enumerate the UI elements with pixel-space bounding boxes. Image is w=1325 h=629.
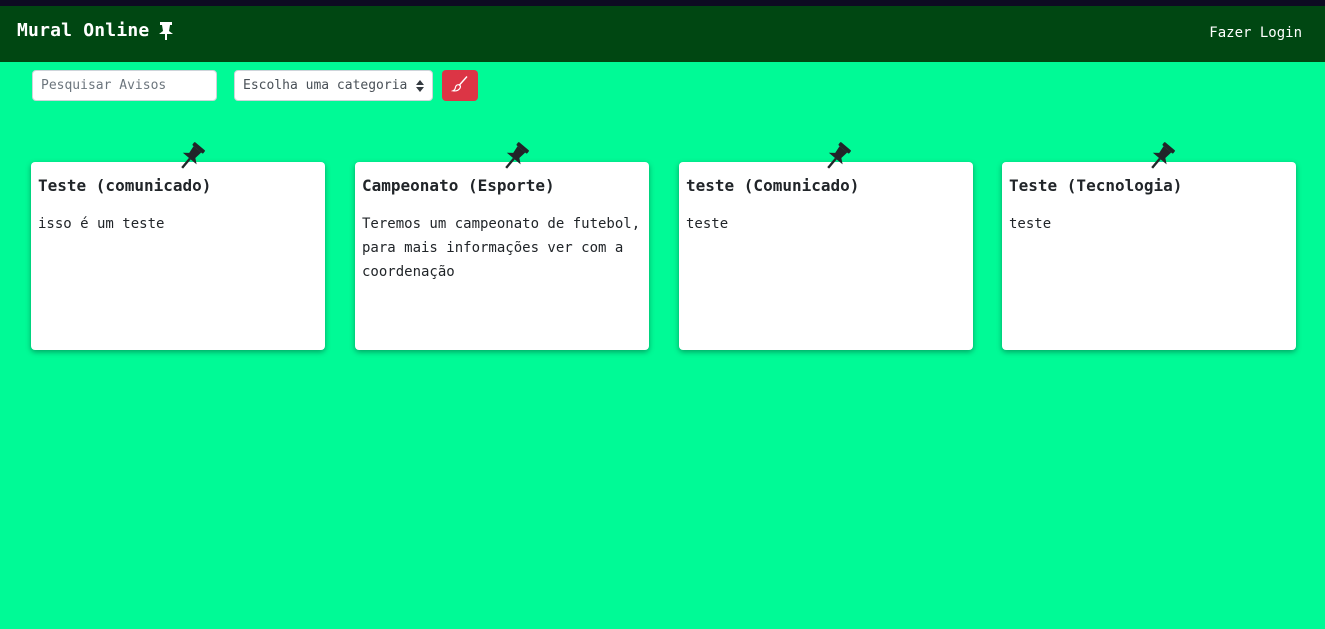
notice-title: teste (Comunicado)	[686, 176, 860, 195]
brand-title: Mural Online	[17, 20, 150, 41]
login-link[interactable]: Fazer Login	[1209, 25, 1302, 41]
pushpin-icon	[157, 21, 175, 41]
notice-body: isso é um teste	[38, 216, 165, 232]
notice-card[interactable]: Teste (comunicado) isso é um teste	[31, 142, 325, 350]
notice-body: teste	[1009, 216, 1052, 232]
notice-title: Campeonato (Esporte)	[362, 176, 555, 195]
notice-title: Teste (comunicado)	[38, 176, 212, 195]
clear-filters-button[interactable]	[442, 70, 478, 101]
notice-body: Teremos um campeonato de futebol, para m…	[362, 216, 641, 280]
category-select-value: Escolha uma categoria	[243, 78, 408, 93]
notice-title: Teste (Tecnologia)	[1009, 176, 1183, 195]
brand[interactable]: Mural Online	[17, 20, 175, 41]
sort-arrows-icon	[416, 79, 424, 92]
search-input[interactable]	[32, 70, 217, 101]
brush-icon	[450, 75, 469, 96]
notice-card[interactable]: teste (Comunicado) teste	[679, 142, 973, 350]
notice-card[interactable]: Campeonato (Esporte) Teremos um campeona…	[355, 142, 649, 350]
category-select[interactable]: Escolha uma categoria	[234, 70, 433, 101]
pushpin-icon	[499, 141, 531, 173]
notice-card[interactable]: Teste (Tecnologia) teste	[1002, 142, 1296, 350]
navbar: Mural Online Fazer Login	[0, 6, 1325, 62]
notice-body: teste	[686, 216, 729, 232]
pushpin-icon	[821, 141, 853, 173]
pushpin-icon	[1145, 141, 1177, 173]
pushpin-icon	[175, 141, 207, 173]
